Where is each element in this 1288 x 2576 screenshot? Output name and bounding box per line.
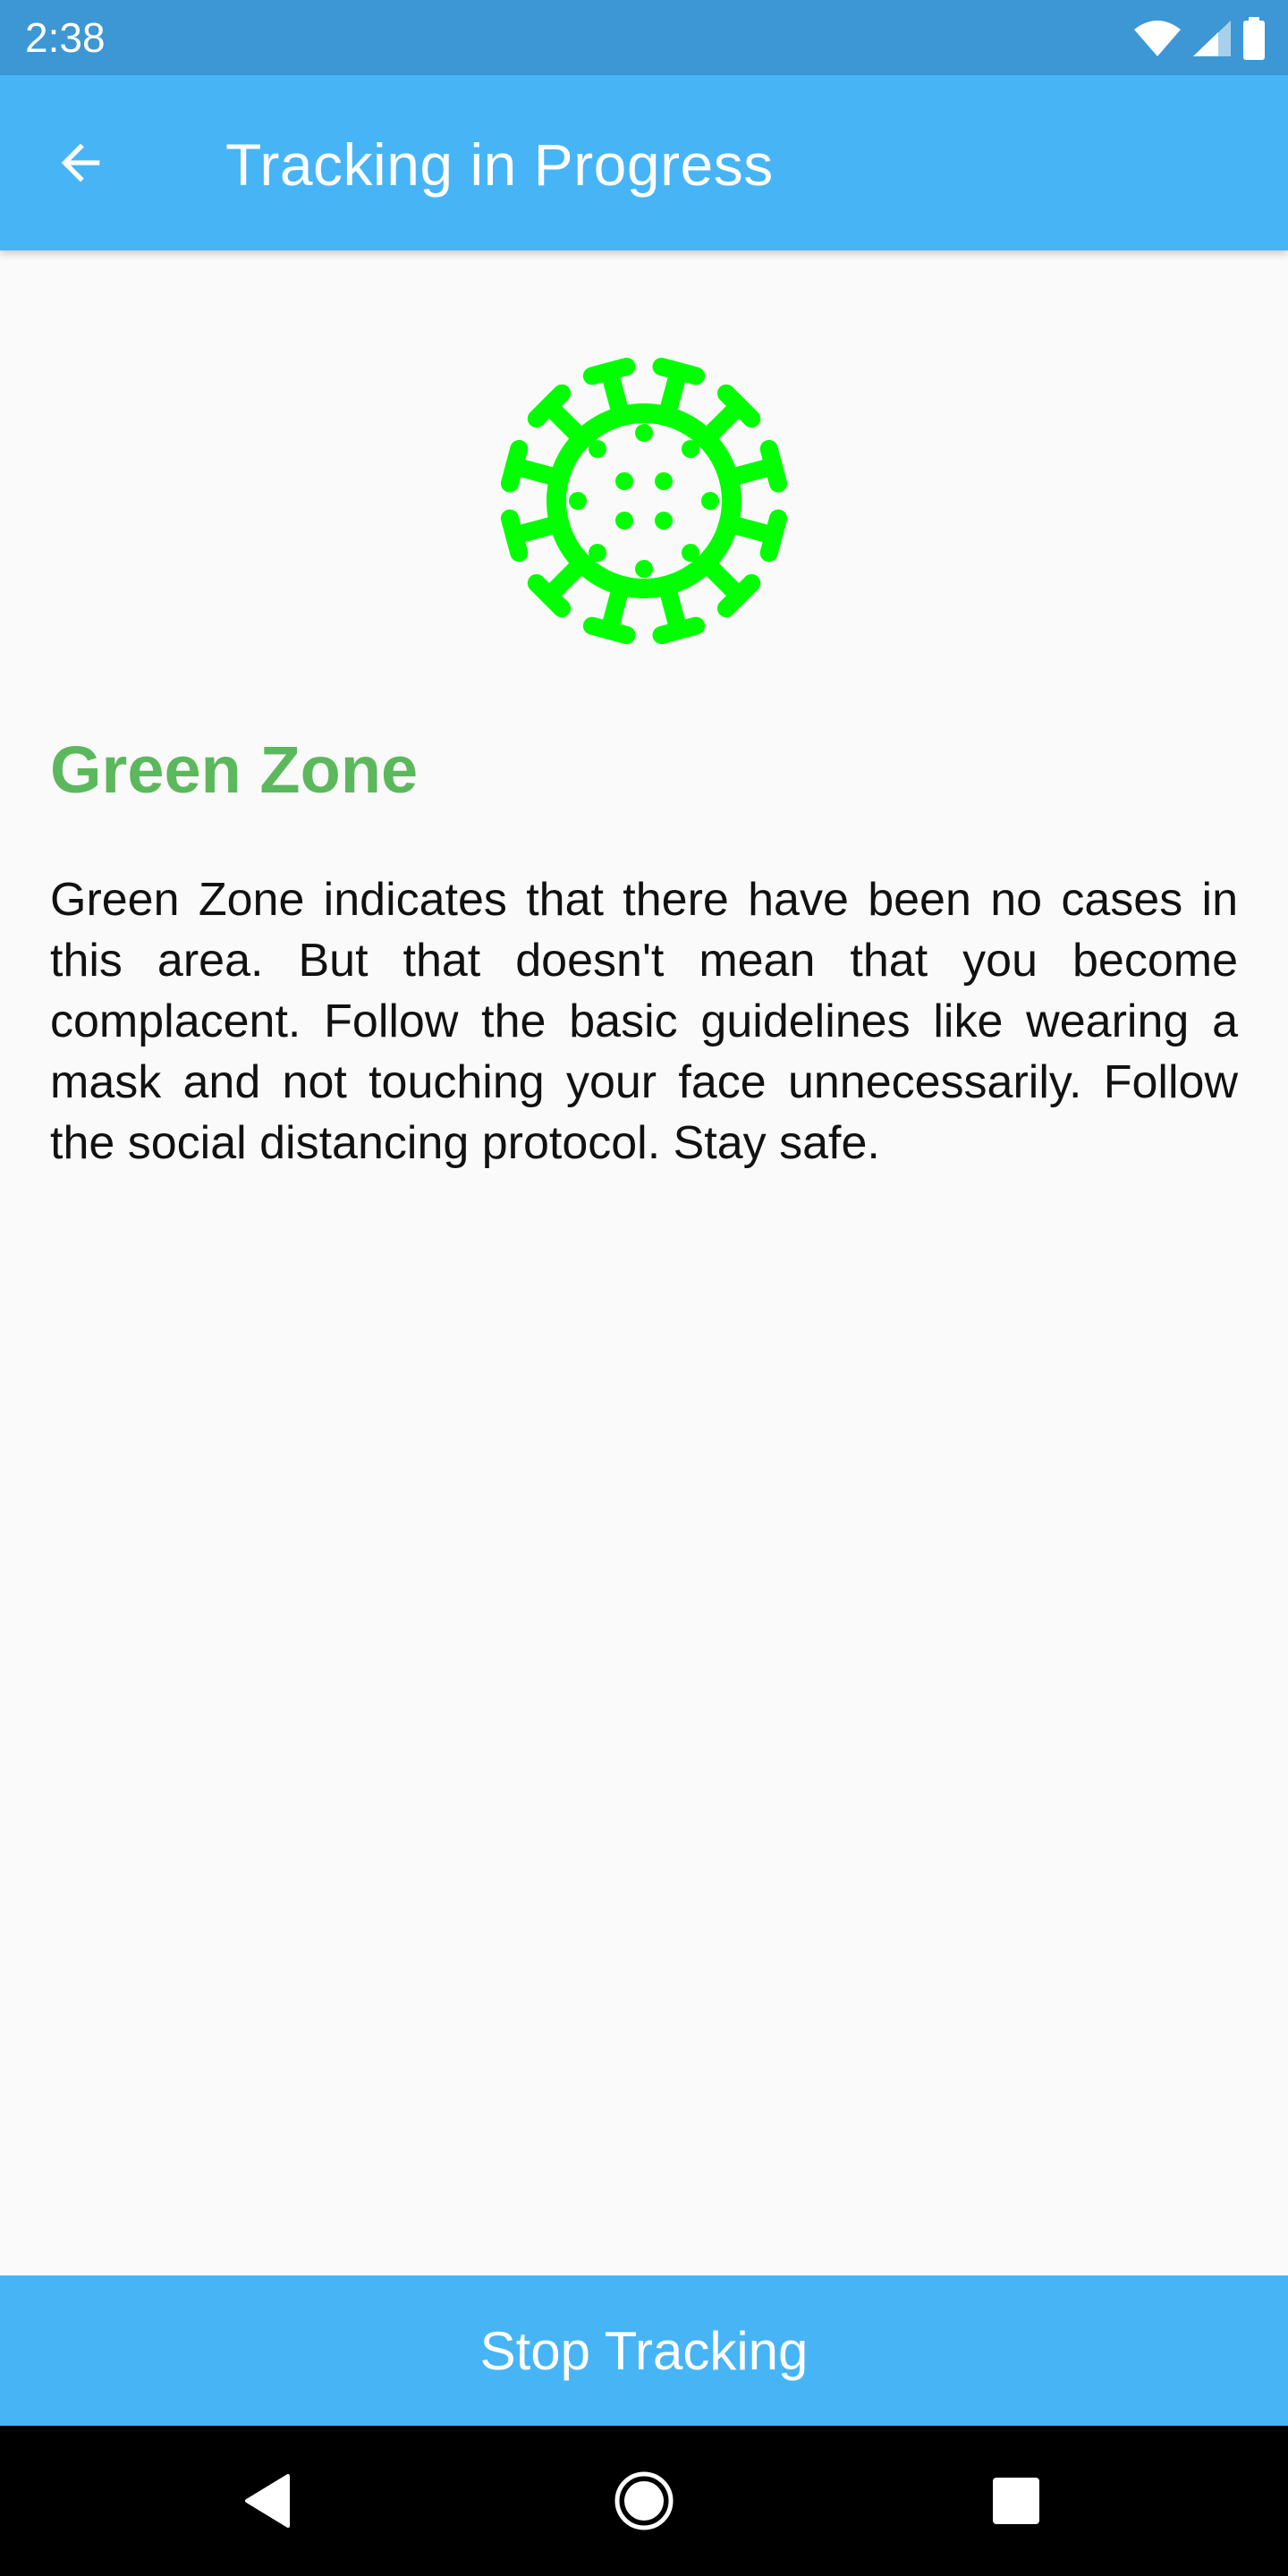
nav-back-button[interactable] bbox=[233, 2465, 304, 2537]
back-button[interactable] bbox=[38, 120, 123, 206]
back-triangle-icon bbox=[245, 2474, 290, 2528]
signal-icon bbox=[1193, 21, 1231, 56]
status-time: 2:38 bbox=[25, 14, 106, 61]
status-icons bbox=[1132, 16, 1267, 61]
recents-square-icon bbox=[993, 2478, 1039, 2524]
nav-recents-button[interactable] bbox=[980, 2465, 1052, 2537]
stop-tracking-label: Stop Tracking bbox=[479, 2320, 809, 2381]
battery-icon bbox=[1243, 17, 1265, 60]
system-nav-bar bbox=[0, 2426, 1288, 2576]
screen: 2:38 Tracking in Progress Green Zone Gre… bbox=[0, 0, 1288, 2576]
virus-icon bbox=[500, 357, 788, 645]
zone-title: Green Zone bbox=[50, 733, 419, 807]
status-bar: 2:38 bbox=[0, 0, 1288, 75]
home-circle-icon bbox=[614, 2471, 674, 2530]
arrow-left-icon bbox=[61, 143, 100, 182]
app-bar: Tracking in Progress bbox=[0, 75, 1288, 250]
wifi-icon bbox=[1134, 21, 1181, 56]
page-title: Tracking in Progress bbox=[225, 131, 774, 198]
nav-home-button[interactable] bbox=[608, 2465, 680, 2537]
zone-description: Green Zone indicates that there have bee… bbox=[50, 874, 1238, 1169]
stop-tracking-button[interactable]: Stop Tracking bbox=[0, 2275, 1288, 2426]
